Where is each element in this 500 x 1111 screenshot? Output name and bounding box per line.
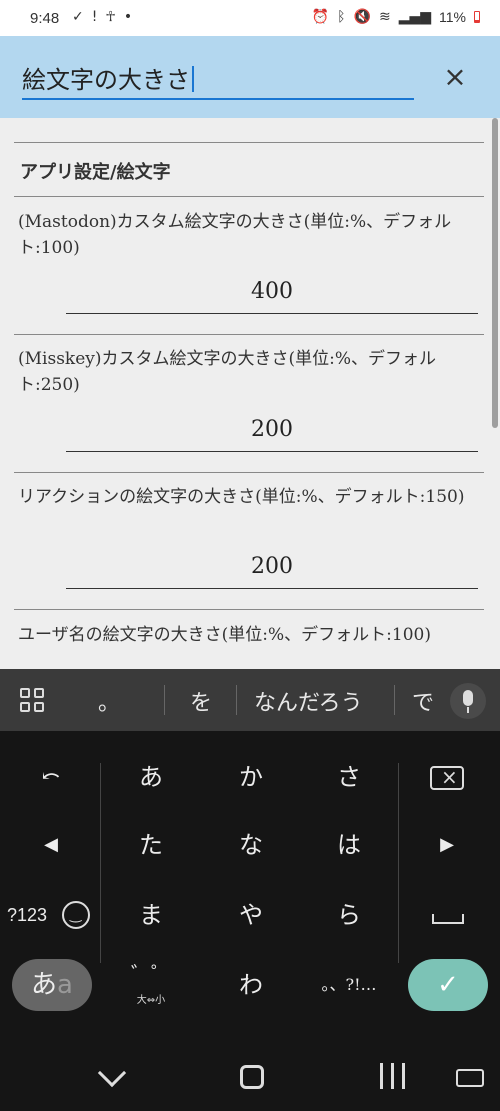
keyboard-switch-icon[interactable] (456, 1069, 484, 1087)
key-wa[interactable]: わ (206, 955, 296, 1015)
suggestion-item[interactable]: で (412, 685, 434, 717)
home-icon[interactable] (240, 1065, 264, 1089)
key-a[interactable]: あ (106, 747, 196, 807)
search-header: 絵文字の大きさ × (0, 36, 500, 118)
divider (14, 196, 484, 197)
key-ma[interactable]: ま (106, 885, 196, 945)
setting-label-username-emoji-size: ユーザ名の絵文字の大きさ(単位:%、デフォルト:100) (18, 625, 431, 645)
suggestion-bar: 。 を なんだろう で (0, 669, 500, 731)
key-ka[interactable]: か (206, 747, 296, 807)
battery-icon (474, 11, 480, 23)
divider (14, 472, 484, 473)
battery-percent: 11% (439, 9, 466, 25)
setting-input-reaction-emoji-size[interactable]: 200 (66, 549, 478, 589)
suggestion-item[interactable]: なんだろう (254, 685, 363, 717)
kana-toggle-sub: a (57, 970, 73, 1000)
signal-icon: ▂▄▆ (398, 9, 432, 25)
emoji-icon[interactable] (62, 901, 90, 929)
settings-list[interactable]: アプリ設定/絵文字 (Mastodon)カスタム絵文字の大きさ(単位:%、デフォ… (0, 118, 500, 669)
alert-icon: ! (91, 9, 98, 25)
key-na[interactable]: な (206, 815, 296, 875)
divider (236, 685, 237, 715)
divider (394, 685, 395, 715)
key-ra[interactable]: ら (304, 885, 394, 945)
text-cursor (192, 66, 194, 92)
divider (164, 685, 165, 715)
dot-icon: • (123, 9, 133, 25)
keyboard: ⤺ ◀ ?123 あa あ か さ た な は ま や ら ゛゜ 大⇔小 わ 。… (0, 731, 500, 1041)
navigation-bar (0, 1041, 500, 1111)
divider (14, 609, 484, 610)
search-input[interactable]: 絵文字の大きさ (22, 60, 414, 100)
setting-label-mastodon-emoji-size: (Mastodon)カスタム絵文字の大きさ(単位:%、デフォルト:100) (18, 212, 452, 258)
suggestion-item[interactable]: 。 (98, 685, 120, 717)
divider (14, 334, 484, 335)
scrollbar[interactable] (492, 118, 498, 428)
status-bar: 9:48 ✓ ! ☥ • ⏰ ᛒ 🔇 ≋ ▂▄▆ 11% (0, 0, 500, 36)
key-ya[interactable]: や (206, 885, 296, 945)
search-input-value: 絵文字の大きさ (22, 66, 190, 94)
accessibility-icon: ☥ (105, 9, 116, 25)
backspace-icon[interactable] (430, 765, 464, 790)
setting-label-misskey-emoji-size: (Misskey)カスタム絵文字の大きさ(単位:%、デフォルト:250) (18, 349, 437, 395)
alarm-icon: ⏰ (311, 9, 330, 25)
enter-button[interactable]: ✓ (408, 959, 488, 1011)
keyboard-menu-grid-icon[interactable] (20, 688, 44, 712)
status-time: 9:48 (30, 10, 60, 27)
suggestion-item[interactable]: を (190, 685, 212, 717)
dakuten-key[interactable]: ゛゜ 大⇔小 (106, 955, 196, 1015)
setting-label-reaction-emoji-size: リアクションの絵文字の大きさ(単位:%、デフォルト:150) (18, 487, 465, 507)
dakuten-icon: ゛゜ (131, 962, 171, 986)
check-circle-icon: ✓ (72, 9, 84, 25)
right-arrow-key[interactable]: ▶ (402, 815, 492, 875)
left-arrow-key[interactable]: ◀ (6, 815, 96, 875)
key-sa[interactable]: さ (304, 747, 394, 807)
dakuten-label: 大⇔小 (136, 995, 166, 1006)
bluetooth-icon: ᛒ (337, 9, 346, 25)
key-ta[interactable]: た (106, 815, 196, 875)
back-icon[interactable] (97, 1058, 127, 1088)
status-right-icons: ⏰ ᛒ 🔇 ≋ ▂▄▆ 11% (312, 9, 480, 25)
setting-input-misskey-emoji-size[interactable]: 200 (66, 412, 478, 452)
space-icon[interactable] (432, 914, 464, 924)
punctuation-key[interactable]: 。、?!… (304, 955, 394, 1015)
divider (14, 142, 484, 143)
microphone-icon[interactable] (450, 683, 486, 719)
status-left-icons: ✓ ! ☥ • (72, 9, 132, 25)
divider (100, 763, 101, 963)
kana-mode-toggle[interactable]: あa (12, 959, 92, 1011)
wifi-icon: ≋ (378, 9, 391, 25)
close-icon: × (443, 60, 467, 93)
mute-icon: 🔇 (353, 9, 371, 25)
key-ha[interactable]: は (304, 815, 394, 875)
divider (398, 763, 399, 963)
section-title: アプリ設定/絵文字 (20, 162, 171, 183)
recent-apps-icon[interactable] (380, 1063, 406, 1089)
close-search-button[interactable]: × (440, 62, 470, 92)
undo-key[interactable]: ⤺ (6, 747, 96, 807)
setting-input-mastodon-emoji-size[interactable]: 400 (66, 274, 478, 314)
kana-toggle-main: あ (31, 970, 58, 1000)
